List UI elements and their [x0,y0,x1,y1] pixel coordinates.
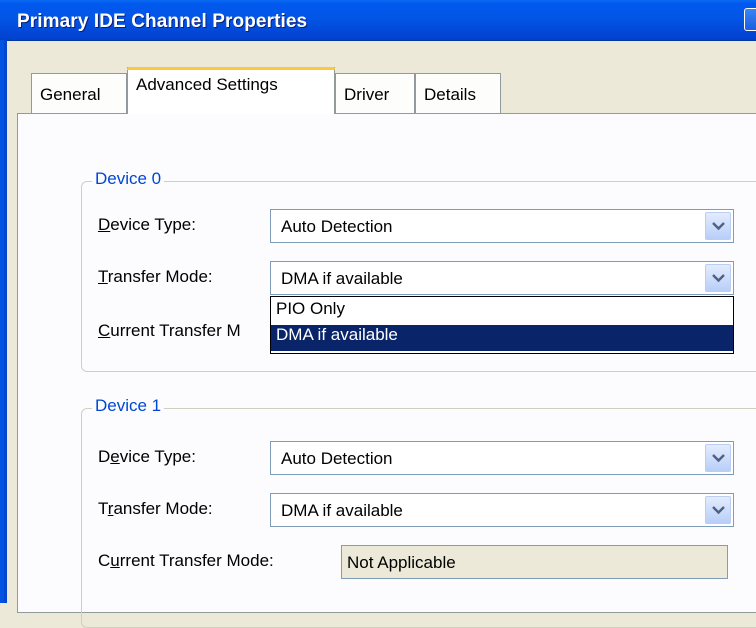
transfer-mode-dropdown-list[interactable]: PIO Only DMA if available [270,296,734,354]
device0-current-transfer-mode-label: Current Transfer M [98,321,241,340]
chevron-down-icon[interactable] [705,264,731,292]
chevron-down-icon[interactable] [705,444,731,472]
device0-transfer-mode-label: Transfer Mode: [98,267,213,286]
chevron-down-icon[interactable] [705,496,731,524]
device0-device-type-select[interactable]: Auto Detection [270,209,734,243]
tab-label: Details [424,85,476,104]
device0-transfer-mode-value: DMA if available [281,269,403,288]
dropdown-option-dma[interactable]: DMA if available [271,325,733,351]
device1-current-transfer-mode-value: Not Applicable [347,553,456,572]
help-button[interactable] [744,8,756,31]
tab-label: Driver [344,85,390,104]
device1-transfer-mode-select[interactable]: DMA if available [270,493,734,527]
device1-transfer-mode-value: DMA if available [281,501,403,520]
tab-details[interactable]: Details [415,73,501,114]
chevron-down-icon[interactable] [705,212,731,240]
title-bar[interactable]: Primary IDE Channel Properties [0,0,756,41]
device1-device-type-value: Auto Detection [281,449,393,468]
tab-driver[interactable]: Driver [335,73,415,114]
device1-group-title: Device 1 [92,396,165,416]
device1-device-type-label: Device Type: [98,447,196,466]
device0-device-type-label: Device Type: [98,215,196,234]
device0-transfer-mode-select[interactable]: DMA if available [270,261,734,295]
device0-group-title: Device 0 [92,169,165,189]
device1-device-type-select[interactable]: Auto Detection [270,441,734,475]
device1-current-transfer-mode-label: Current Transfer Mode: [98,551,274,570]
tab-label: General [40,85,101,104]
tab-label: Advanced Settings [136,75,278,94]
window-frame [0,40,7,603]
tab-advanced-settings[interactable]: Advanced Settings [127,67,335,114]
device1-transfer-mode-label: Transfer Mode: [98,499,213,518]
device0-device-type-value: Auto Detection [281,217,393,236]
window-title: Primary IDE Channel Properties [17,11,308,32]
device1-current-transfer-mode-field: Not Applicable [341,545,728,579]
dropdown-option-pio-only[interactable]: PIO Only [271,299,733,325]
tab-general[interactable]: General [31,73,127,114]
